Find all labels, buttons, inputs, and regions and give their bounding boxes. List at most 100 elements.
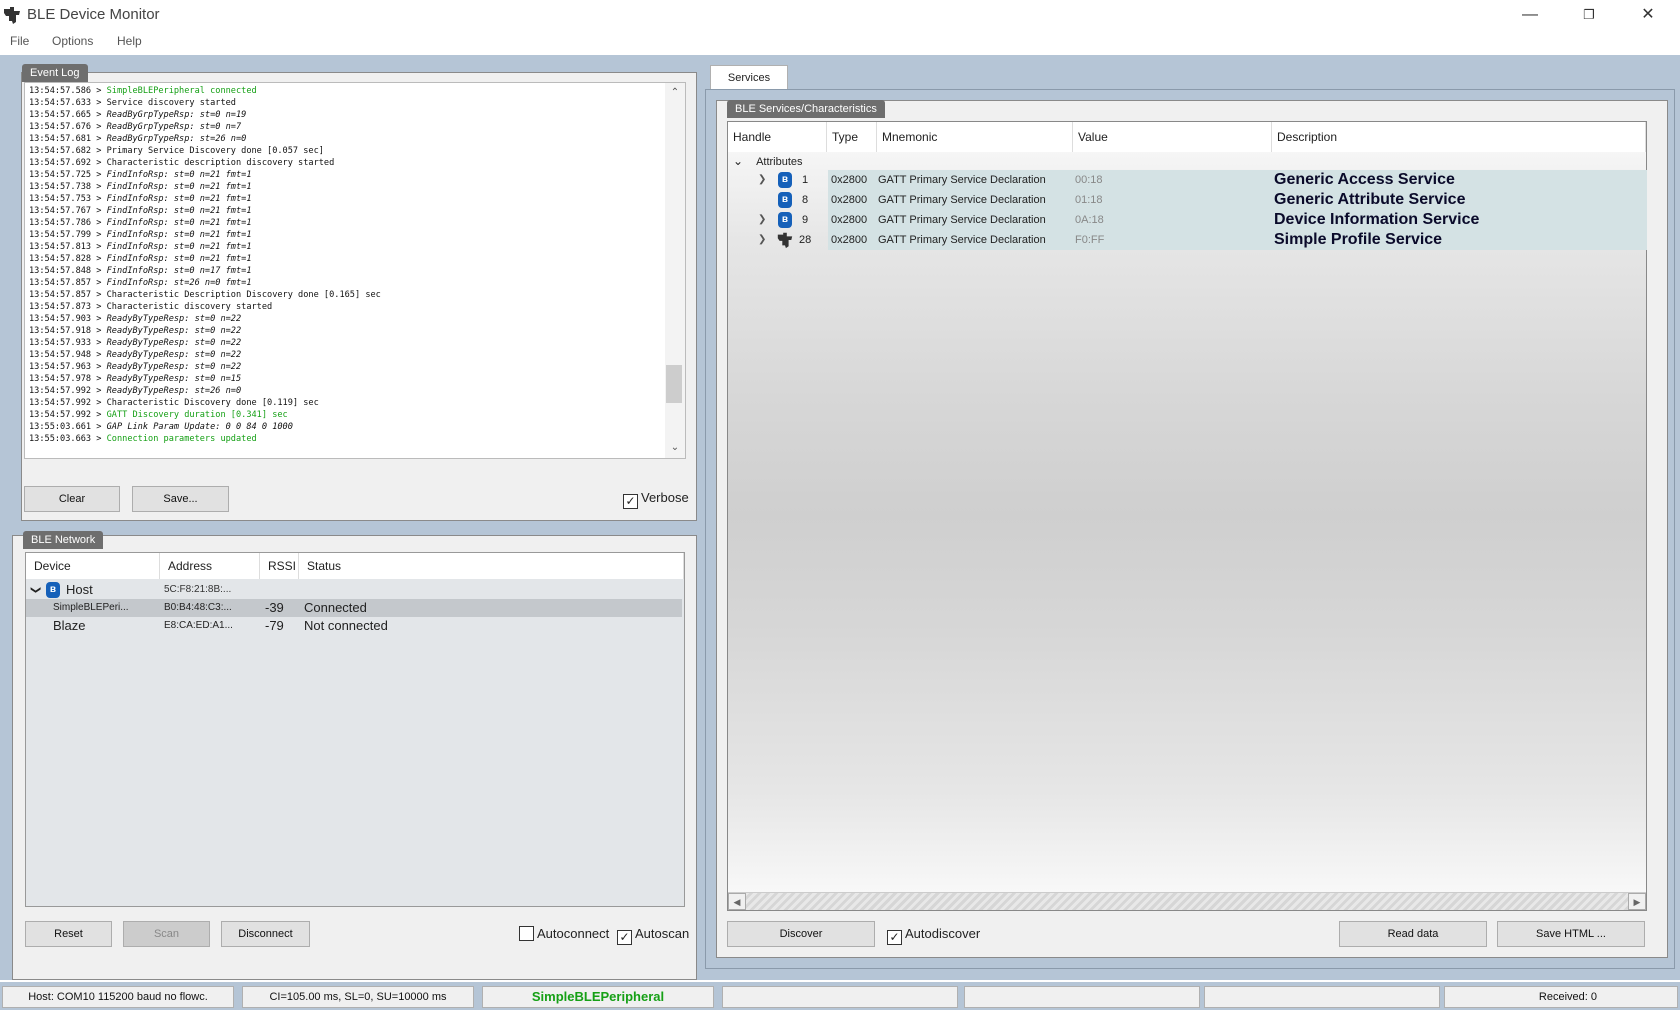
expand-service-icon[interactable]: ❯ — [758, 230, 766, 250]
column-status[interactable]: Status — [299, 553, 684, 579]
verbose-checkbox-box[interactable]: ✓ — [623, 494, 638, 509]
log-line: 13:55:03.661 > GAP Link Param Update: 0 … — [29, 422, 293, 432]
service-description: Generic Attribute Service — [1274, 191, 1466, 208]
ble-network-panel: BLE Network Device Address RSSI Status ❯… — [12, 531, 697, 980]
log-message: FindInfoRsp: st=26 n=0 fmt=1 — [106, 278, 252, 288]
autodiscover-checkbox-box[interactable]: ✓ — [887, 930, 902, 945]
expand-service-icon[interactable]: ❯ — [758, 210, 766, 230]
menu-help[interactable]: Help — [117, 34, 142, 48]
tab-services[interactable]: Services — [710, 65, 788, 90]
verbose-checkbox[interactable]: ✓ Verbose — [623, 489, 689, 509]
log-line: 13:54:57.738 > FindInfoRsp: st=0 n=21 fm… — [29, 182, 252, 192]
menu-file[interactable]: File — [10, 34, 29, 48]
verbose-label: Verbose — [641, 490, 689, 505]
disconnect-button[interactable]: Disconnect — [221, 921, 310, 947]
autoconnect-checkbox[interactable]: Autoconnect — [519, 925, 609, 943]
scroll-down-icon[interactable]: ⌄ — [668, 441, 682, 455]
column-value[interactable]: Value — [1073, 122, 1272, 152]
column-mnemonic[interactable]: Mnemonic — [877, 122, 1073, 152]
autoscan-checkbox[interactable]: ✓ Autoscan — [617, 925, 689, 945]
device-address: E8:CA:ED:A1... — [164, 620, 233, 631]
clear-log-button[interactable]: Clear — [24, 486, 120, 512]
log-line: 13:54:57.676 > ReadByGrpTypeRsp: st=0 n=… — [29, 122, 242, 132]
service-row[interactable]: 0x2800 GATT Primary Service Declaration 01… — [828, 190, 1647, 210]
device-row[interactable]: Blaze E8:CA:ED:A1... -79 Not connected — [26, 617, 682, 635]
device-row[interactable]: SimpleBLEPeri... B0:B4:48:C3:... -39 Con… — [26, 599, 682, 617]
service-mnemonic: GATT Primary Service Declaration — [878, 214, 1046, 226]
log-timestamp: 13:54:57.828 — [29, 254, 92, 264]
log-line: 13:54:57.828 > FindInfoRsp: st=0 n=21 fm… — [29, 254, 252, 264]
ble-network-tab[interactable]: BLE Network — [23, 531, 104, 549]
event-log-panel: Event Log 13:54:57.586 > SimpleBLEPeriph… — [21, 64, 697, 521]
column-handle[interactable]: Handle — [728, 122, 827, 152]
log-line: 13:54:57.681 > ReadByGrpTypeRsp: st=26 n… — [29, 134, 247, 144]
autodiscover-checkbox[interactable]: ✓ Autodiscover — [887, 925, 980, 945]
attributes-root[interactable]: ⌄ Attributes — [733, 152, 803, 170]
service-row[interactable]: 0x2800 GATT Primary Service Declaration F0… — [828, 230, 1647, 250]
horizontal-scrollbar[interactable]: ◀ ▶ — [728, 892, 1646, 910]
bluetooth-icon: ʙ — [778, 172, 792, 188]
scroll-up-icon[interactable]: ⌃ — [668, 86, 682, 100]
autoscan-checkbox-box[interactable]: ✓ — [617, 930, 632, 945]
log-timestamp: 13:54:57.767 — [29, 206, 92, 216]
restore-button[interactable]: ❐ — [1574, 4, 1604, 26]
reset-button[interactable]: Reset — [25, 921, 112, 947]
scroll-thumb[interactable] — [666, 365, 682, 403]
scroll-left-icon[interactable]: ◀ — [728, 893, 746, 910]
save-log-button[interactable]: Save... — [132, 486, 229, 512]
log-message: GAP Link Param Update: 0 0 84 0 1000 — [106, 422, 293, 432]
status-host: Host: COM10 115200 baud no flowc. — [2, 986, 234, 1008]
column-device[interactable]: Device — [26, 553, 160, 579]
collapse-icon[interactable]: ⌄ — [733, 152, 747, 170]
log-line: 13:54:57.978 > ReadyByTypeResp: st=0 n=1… — [29, 374, 242, 384]
services-grid: Handle Type Mnemonic Value Description ⌄… — [727, 121, 1647, 911]
column-rssi[interactable]: RSSI — [260, 553, 299, 579]
read-data-button[interactable]: Read data — [1339, 921, 1487, 947]
event-log-text[interactable]: 13:54:57.586 > SimpleBLEPeripheral conne… — [24, 82, 686, 459]
ble-services-tab[interactable]: BLE Services/Characteristics — [727, 100, 885, 118]
save-html-button[interactable]: Save HTML ... — [1497, 921, 1645, 947]
service-row[interactable]: 0x2800 GATT Primary Service Declaration 0A… — [828, 210, 1647, 230]
minimize-button[interactable]: — — [1515, 4, 1545, 26]
expand-host-icon[interactable]: ❯ — [26, 586, 44, 594]
log-line: 13:54:57.857 > Characteristic Descriptio… — [29, 290, 381, 300]
device-status: Not connected — [304, 618, 388, 633]
column-address[interactable]: Address — [160, 553, 260, 579]
log-timestamp: 13:54:57.681 — [29, 134, 92, 144]
log-line: 13:54:57.725 > FindInfoRsp: st=0 n=21 fm… — [29, 170, 252, 180]
discover-button[interactable]: Discover — [727, 921, 875, 947]
scroll-right-icon[interactable]: ▶ — [1628, 893, 1646, 910]
service-value: 00:18 — [1075, 174, 1103, 186]
log-message: ReadyByTypeResp: st=0 n=22 — [106, 350, 242, 360]
log-message: Characteristic Description Discovery don… — [106, 290, 381, 300]
column-type[interactable]: Type — [827, 122, 877, 152]
event-log-tab[interactable]: Event Log — [22, 64, 88, 82]
service-row[interactable]: 0x2800 GATT Primary Service Declaration 00… — [828, 170, 1647, 190]
autoconnect-label: Autoconnect — [537, 926, 610, 941]
log-message: FindInfoRsp: st=0 n=21 fmt=1 — [106, 170, 252, 180]
service-handle: 8 — [802, 194, 809, 206]
status-empty — [722, 986, 958, 1008]
service-description: Generic Access Service — [1274, 171, 1455, 188]
host-row[interactable]: ❯ ʙ Host 5C:F8:21:8B:... — [26, 581, 682, 599]
log-message: FindInfoRsp: st=0 n=21 fmt=1 — [106, 230, 252, 240]
log-message: Characteristic description discovery sta… — [106, 158, 335, 168]
status-empty — [1204, 986, 1440, 1008]
scan-button[interactable]: Scan — [123, 921, 210, 947]
close-button[interactable]: ✕ — [1633, 4, 1663, 26]
status-empty — [964, 986, 1200, 1008]
log-line: 13:55:03.663 > Connection parameters upd… — [29, 434, 257, 444]
log-message: ReadByGrpTypeRsp: st=0 n=19 — [106, 110, 247, 120]
log-message: ReadyByTypeResp: st=0 n=22 — [106, 338, 242, 348]
column-description[interactable]: Description — [1272, 122, 1646, 152]
event-log-scrollbar[interactable]: ⌃ ⌄ — [665, 83, 685, 458]
log-line: 13:54:57.903 > ReadyByTypeResp: st=0 n=2… — [29, 314, 242, 324]
autoconnect-checkbox-box[interactable] — [519, 926, 534, 941]
expand-service-icon[interactable]: ❯ — [758, 170, 766, 190]
log-timestamp: 13:55:03.661 — [29, 422, 92, 432]
log-timestamp: 13:54:57.813 — [29, 242, 92, 252]
log-line: 13:54:57.963 > ReadyByTypeResp: st=0 n=2… — [29, 362, 242, 372]
log-timestamp: 13:54:57.676 — [29, 122, 92, 132]
log-timestamp: 13:54:57.992 — [29, 398, 92, 408]
menu-options[interactable]: Options — [52, 34, 93, 48]
